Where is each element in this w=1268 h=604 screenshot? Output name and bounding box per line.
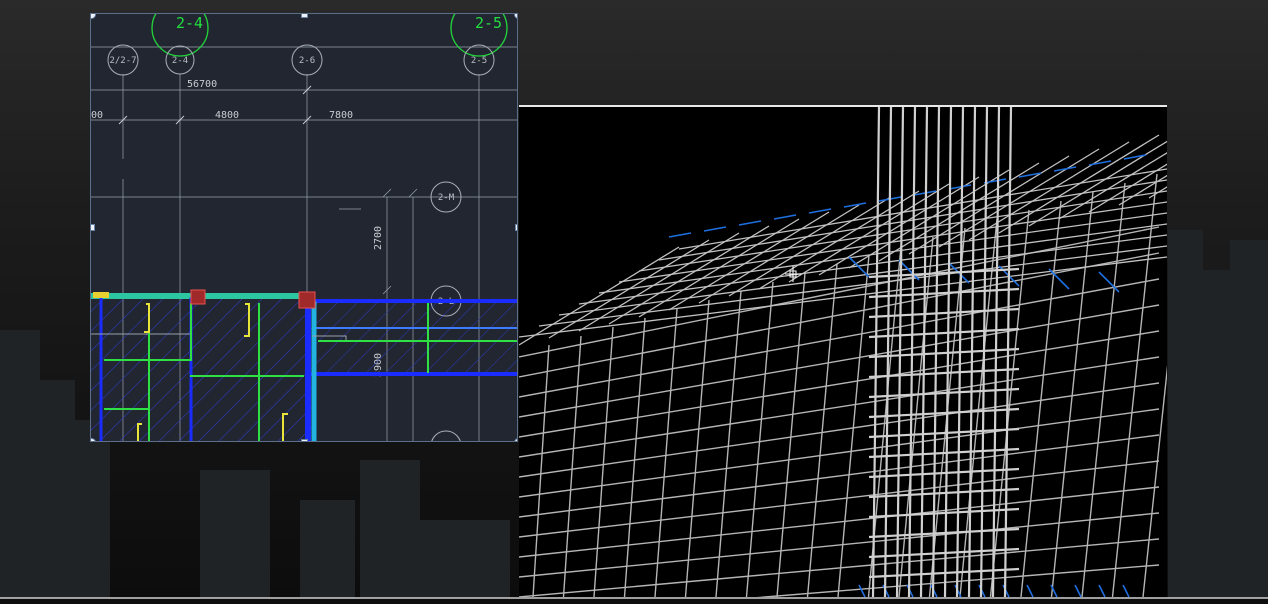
top-axis-label-1: 2-4 bbox=[176, 14, 203, 32]
axis-bubble-label-2: 2-4 bbox=[172, 56, 188, 66]
crosshair-cursor-icon bbox=[785, 266, 801, 282]
axis-bubble-label-1: 2/2-7 bbox=[109, 56, 136, 66]
cad-drawing-viewport[interactable]: 2-4 2-5 2/2-7 2-4 2-6 2-5 2-M 2-L 56700 … bbox=[90, 13, 518, 442]
dimension-vertical-a: 2700 bbox=[373, 226, 384, 250]
dimension-left-partial: 00 bbox=[91, 110, 103, 121]
axis-bubble-label-3: 2-6 bbox=[299, 56, 315, 66]
resize-handle-top[interactable] bbox=[301, 14, 308, 18]
slab-hatch-area bbox=[91, 298, 313, 441]
axis-bubble-label-m: 2-M bbox=[438, 193, 455, 203]
dimension-span-b: 7800 bbox=[329, 110, 353, 121]
resize-handle-right[interactable] bbox=[515, 224, 517, 231]
axis-bubble-label-4: 2-5 bbox=[471, 56, 487, 66]
dimension-overall: 56700 bbox=[187, 79, 217, 90]
resize-handle-bottom-right[interactable] bbox=[514, 438, 517, 441]
resize-handle-left[interactable] bbox=[91, 224, 95, 231]
rebar-3d-render-viewport[interactable] bbox=[519, 105, 1167, 597]
top-axis-label-2: 2-5 bbox=[475, 14, 502, 32]
rebar-cage-3d-model bbox=[519, 107, 1167, 597]
resize-handle-bottom[interactable] bbox=[301, 439, 308, 441]
cad-plan-drawing: 2-4 2-5 2/2-7 2-4 2-6 2-5 2-M 2-L 56700 … bbox=[91, 14, 517, 441]
dimension-span-a: 4800 bbox=[215, 110, 239, 121]
